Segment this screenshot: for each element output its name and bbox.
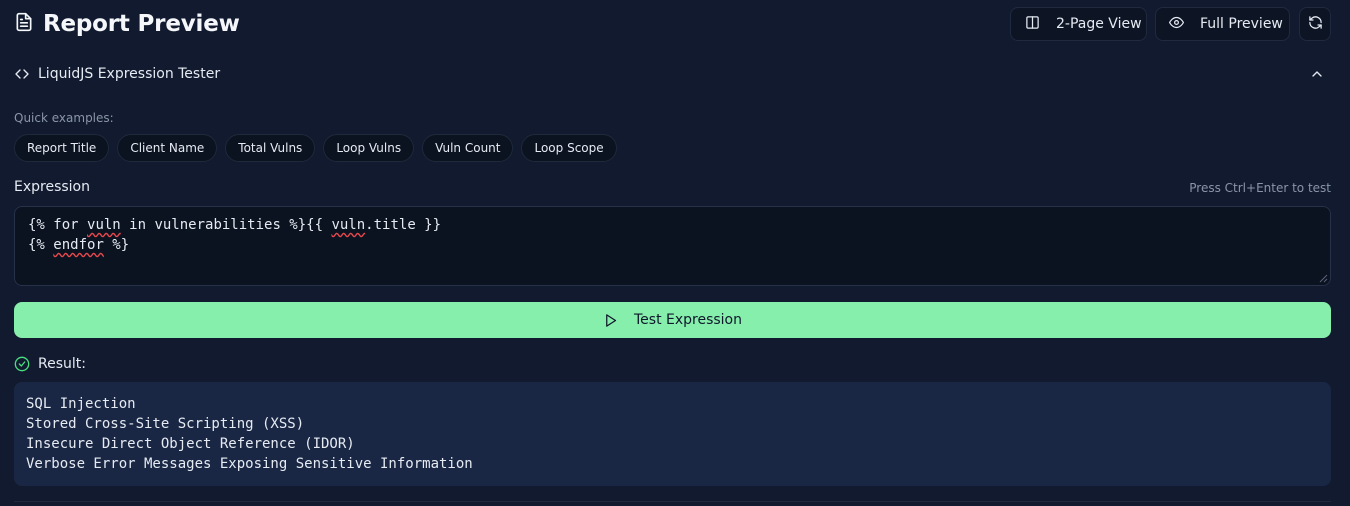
example-chip-vuln-count[interactable]: Vuln Count	[422, 134, 514, 162]
chevron-up-icon[interactable]	[1309, 66, 1325, 82]
section-divider	[14, 501, 1331, 502]
columns-icon	[1025, 15, 1040, 34]
full-preview-label: Full Preview	[1200, 16, 1283, 32]
full-preview-button[interactable]: Full Preview	[1155, 7, 1290, 41]
test-expression-button[interactable]: Test Expression	[14, 302, 1331, 338]
quick-examples-label: Quick examples:	[14, 111, 114, 125]
result-line: SQL Injection	[26, 396, 136, 412]
test-expression-label: Test Expression	[633, 312, 742, 328]
expression-line-1: {% for vuln in vulnerabilities %}{{ vuln…	[28, 217, 442, 233]
result-label: Result:	[38, 356, 86, 372]
expression-tester-toggle[interactable]: LiquidJS Expression Tester	[14, 62, 1331, 86]
example-chip-loop-vulns[interactable]: Loop Vulns	[323, 134, 415, 162]
refresh-icon	[1308, 15, 1323, 34]
result-output: SQL Injection Stored Cross-Site Scriptin…	[14, 382, 1331, 486]
two-page-view-button[interactable]: 2-Page View	[1010, 7, 1147, 41]
check-circle-icon	[14, 356, 30, 372]
quick-examples: Report Title Client Name Total Vulns Loo…	[14, 134, 617, 162]
play-icon	[606, 313, 617, 327]
example-chip-client-name[interactable]: Client Name	[117, 134, 218, 162]
expression-line-2: {% endfor %}	[28, 237, 130, 253]
result-line: Verbose Error Messages Exposing Sensitiv…	[26, 456, 473, 472]
two-page-view-label: 2-Page View	[1056, 16, 1142, 32]
resize-handle[interactable]	[1319, 274, 1328, 283]
example-chip-total-vulns[interactable]: Total Vulns	[225, 134, 316, 162]
expression-label: Expression	[14, 179, 90, 195]
expression-tester-title: LiquidJS Expression Tester	[38, 66, 221, 82]
refresh-button[interactable]	[1299, 7, 1331, 41]
result-line: Insecure Direct Object Reference (IDOR)	[26, 436, 355, 452]
header: Report Preview 2-Page View Full Preview	[0, 0, 1350, 48]
file-text-icon	[14, 12, 34, 36]
code-icon	[15, 69, 29, 79]
result-header: Result:	[14, 354, 86, 374]
report-preview-page: Report Preview 2-Page View Full Preview	[0, 0, 1350, 506]
example-chip-loop-scope[interactable]: Loop Scope	[521, 134, 617, 162]
page-title: Report Preview	[43, 11, 240, 37]
result-line: Stored Cross-Site Scripting (XSS)	[26, 416, 305, 432]
expression-editor[interactable]: {% for vuln in vulnerabilities %}{{ vuln…	[14, 206, 1331, 286]
eye-icon	[1169, 15, 1184, 34]
keyboard-hint: Press Ctrl+Enter to test	[1189, 181, 1331, 195]
example-chip-report-title[interactable]: Report Title	[14, 134, 110, 162]
title-area: Report Preview	[14, 8, 240, 40]
